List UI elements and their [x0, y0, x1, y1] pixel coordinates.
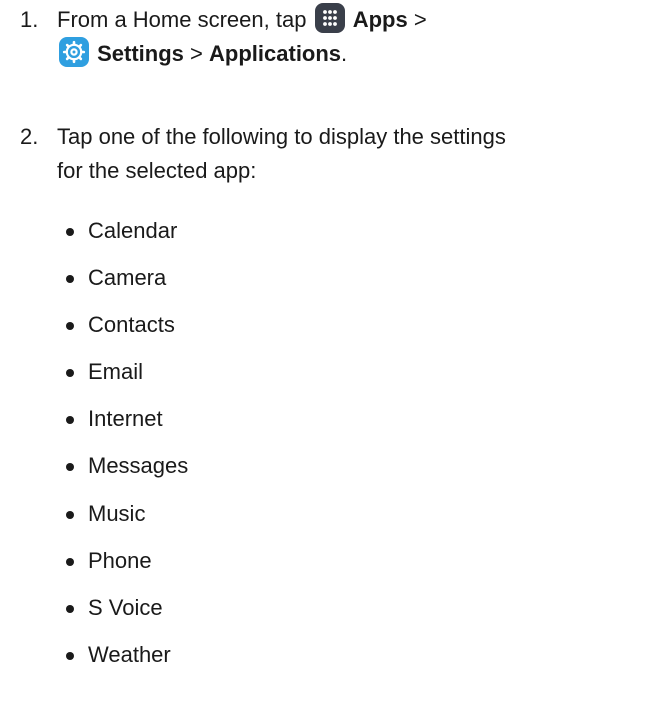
app-name: Music [88, 500, 146, 526]
app-name: Phone [88, 547, 152, 573]
step-1-text: From a Home screen, tap Apps > Settings … [57, 3, 653, 71]
bullet-icon [66, 369, 74, 378]
separator: > [190, 41, 203, 66]
list-item: S Voice [64, 595, 188, 642]
list-item: Email [64, 359, 188, 406]
settings-label: Settings [97, 41, 184, 66]
list-item: Weather [64, 642, 188, 689]
bullet-icon [66, 604, 74, 613]
bullet-icon [66, 651, 74, 660]
list-item: Phone [64, 548, 188, 595]
step-number: 1. [20, 7, 39, 32]
bullet-icon [66, 557, 74, 566]
app-name: Messages [88, 453, 189, 479]
app-name: Email [88, 359, 144, 385]
app-name: Internet [88, 406, 163, 432]
step-2-text: Tap one of the following to display the … [57, 120, 653, 188]
bullet-icon [66, 322, 74, 331]
step-number: 2. [20, 124, 39, 149]
app-name: Camera [88, 265, 167, 291]
apps-label: Apps [352, 7, 408, 32]
step-1-prefix: From a Home screen, tap [57, 7, 307, 32]
app-name: S Voice [88, 594, 163, 620]
list-item: Camera [64, 265, 188, 312]
step-2-line-2: for the selected app: [57, 158, 257, 183]
bullet-icon [66, 510, 74, 519]
list-item: Contacts [64, 312, 188, 359]
step-1: 1. From a Home screen, tap Apps > Settin… [20, 3, 653, 71]
bullet-icon [66, 228, 74, 236]
apps-grid-icon [314, 3, 345, 33]
app-list: Calendar Camera Contacts Email Internet … [64, 218, 188, 689]
applications-label: Applications [209, 41, 342, 66]
list-item: Messages [64, 453, 188, 500]
list-item: Calendar [64, 218, 188, 265]
list-item: Music [64, 501, 188, 548]
list-item: Internet [64, 406, 188, 453]
settings-gear-icon [59, 37, 89, 67]
step-1-end: . [341, 41, 348, 66]
step-2: 2. Tap one of the following to display t… [20, 120, 653, 188]
separator: > [413, 7, 427, 32]
step-2-line-1: Tap one of the following to display the … [57, 124, 506, 149]
app-name: Weather [88, 641, 171, 667]
bullet-icon [66, 463, 74, 472]
bullet-icon [66, 275, 74, 284]
bullet-icon [66, 416, 74, 425]
app-name: Contacts [88, 312, 175, 338]
app-name: Calendar [88, 218, 178, 243]
